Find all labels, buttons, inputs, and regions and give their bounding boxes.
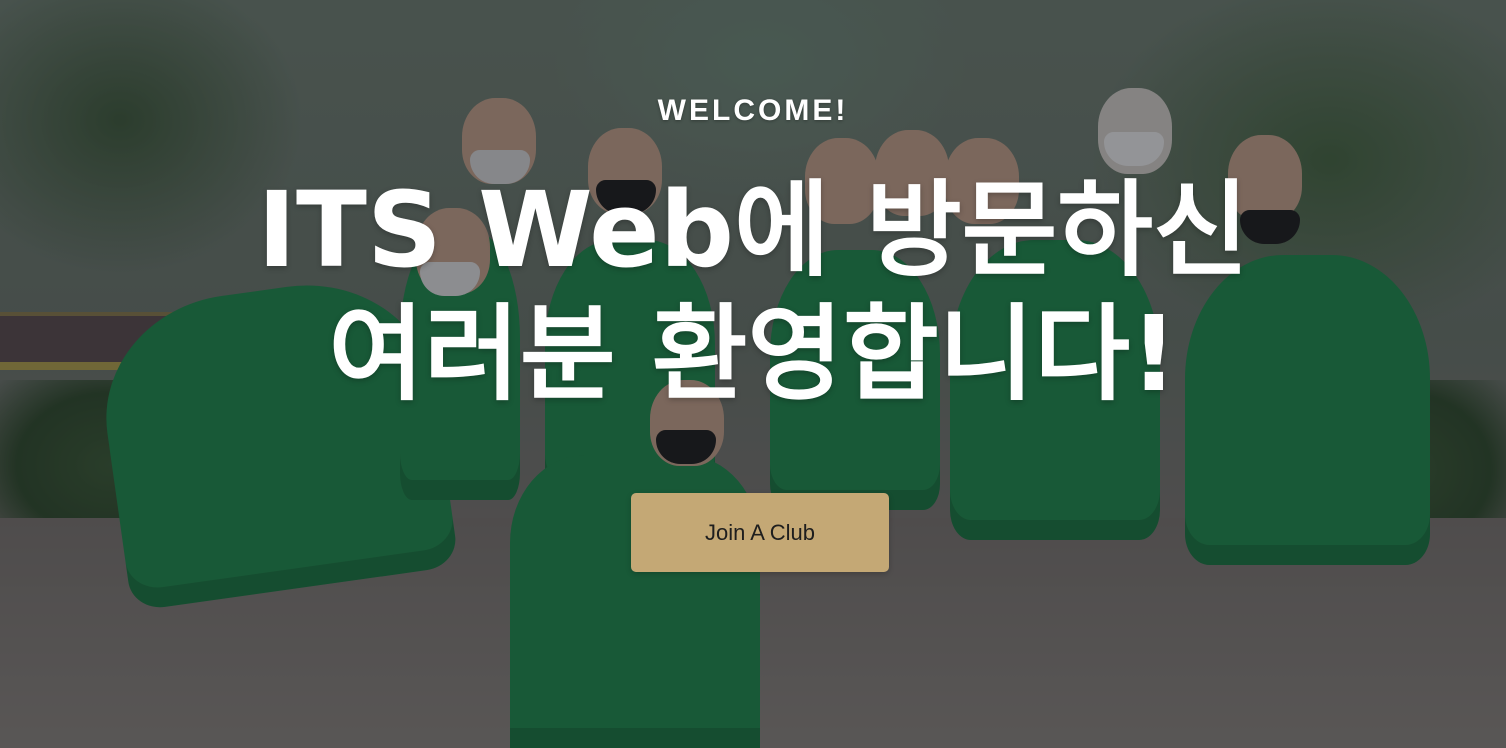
hero-title: ITS Web에 방문하신 여러분 환영합니다!: [0, 168, 1506, 416]
hero-title-line-2: 여러분 환영합니다!: [328, 293, 1178, 415]
join-a-club-button[interactable]: Join A Club: [631, 493, 889, 572]
hero-title-line-1: ITS Web에 방문하신: [257, 169, 1249, 291]
welcome-eyebrow: WELCOME!: [657, 94, 849, 127]
hero-section: WELCOME! ITS Web에 방문하신 여러분 환영합니다! Join A…: [0, 0, 1506, 748]
hero-content: WELCOME! ITS Web에 방문하신 여러분 환영합니다! Join A…: [0, 0, 1506, 748]
